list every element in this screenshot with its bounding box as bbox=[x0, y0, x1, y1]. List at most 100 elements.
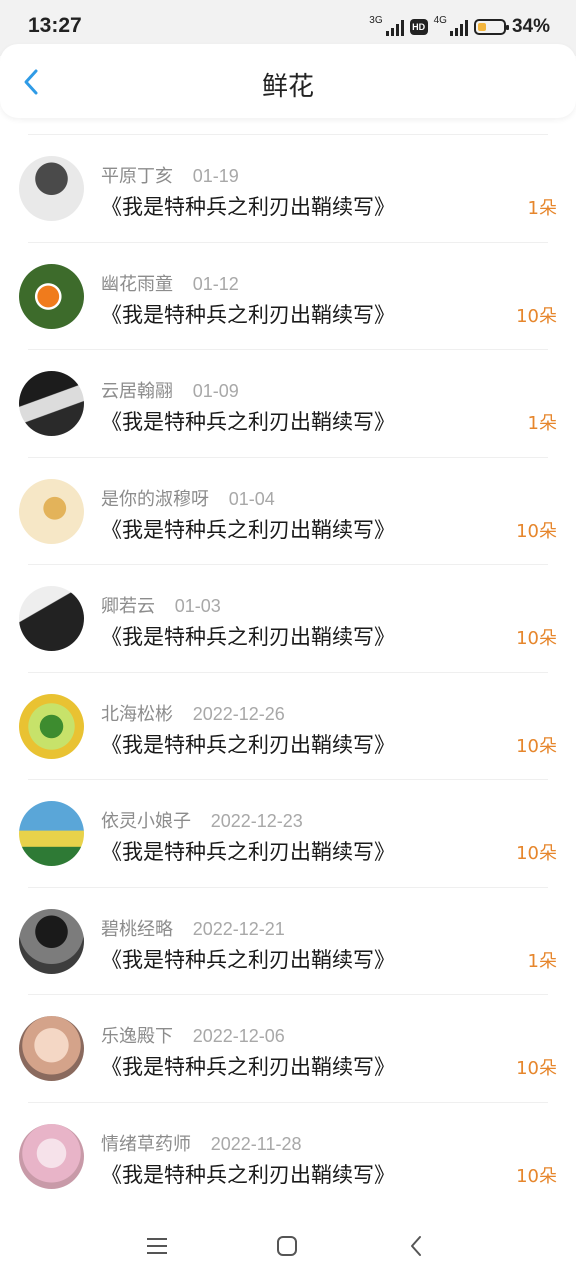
user-name[interactable]: 乐逸殿下 bbox=[101, 1026, 173, 1047]
list-item[interactable]: 乐逸殿下 2022-12-06 《我是特种兵之利刃出鞘续写》 10朵 bbox=[0, 994, 576, 1102]
avatar[interactable] bbox=[19, 371, 84, 436]
book-title[interactable]: 《我是特种兵之利刃出鞘续写》 bbox=[101, 621, 395, 651]
menu-icon bbox=[147, 1238, 167, 1254]
avatar[interactable] bbox=[19, 908, 84, 974]
avatar[interactable] bbox=[19, 693, 84, 759]
flower-count: 1朵 bbox=[527, 413, 557, 434]
date: 2022-12-06 bbox=[192, 1026, 285, 1046]
status-icons: 3G HD 4G 34% bbox=[369, 13, 550, 41]
flower-count: 10朵 bbox=[516, 1165, 557, 1187]
divider bbox=[28, 241, 548, 243]
user-name[interactable]: 依灵小娘子 bbox=[101, 811, 191, 832]
back-icon bbox=[411, 1236, 421, 1256]
user-line: 平原丁亥 01-19 bbox=[101, 162, 239, 188]
user-line: 是你的淑穆呀 01-04 bbox=[101, 485, 275, 511]
divider bbox=[28, 349, 548, 350]
user-name[interactable]: 碧桃经略 bbox=[101, 919, 173, 940]
book-title[interactable]: 《我是特种兵之利刃出鞘续写》 bbox=[101, 191, 395, 221]
user-line: 乐逸殿下 2022-12-06 bbox=[101, 1022, 285, 1048]
user-line: 碧桃经略 2022-12-21 bbox=[101, 915, 285, 941]
flower-count: 10朵 bbox=[516, 735, 557, 757]
avatar[interactable] bbox=[19, 156, 84, 221]
date: 01-09 bbox=[192, 381, 239, 401]
date: 01-03 bbox=[174, 596, 221, 616]
divider bbox=[28, 779, 548, 780]
divider bbox=[28, 456, 548, 458]
book-title[interactable]: 《我是特种兵之利刃出鞘续写》 bbox=[101, 836, 395, 866]
user-line: 依灵小娘子 2022-12-23 bbox=[101, 807, 303, 833]
flower-list: 平原丁亥 01-19 《我是特种兵之利刃出鞘续写》 1朵 幽花雨童 01-12 … bbox=[0, 134, 576, 1209]
book-title[interactable]: 《我是特种兵之利刃出鞘续写》 bbox=[101, 406, 395, 436]
user-name[interactable]: 是你的淑穆呀 bbox=[101, 489, 209, 510]
user-line: 云居翰翮 01-09 bbox=[101, 377, 239, 403]
divider bbox=[28, 564, 548, 565]
list-item[interactable]: 幽花雨童 01-12 《我是特种兵之利刃出鞘续写》 10朵 bbox=[0, 241, 576, 350]
avatar[interactable] bbox=[19, 263, 84, 329]
book-title[interactable]: 《我是特种兵之利刃出鞘续写》 bbox=[101, 299, 395, 329]
avatar[interactable] bbox=[19, 801, 84, 866]
user-name[interactable]: 幽花雨童 bbox=[101, 274, 173, 295]
flower-count: 10朵 bbox=[516, 520, 557, 542]
book-title[interactable]: 《我是特种兵之利刃出鞘续写》 bbox=[101, 729, 395, 759]
divider bbox=[28, 671, 548, 673]
date: 2022-11-28 bbox=[210, 1133, 302, 1154]
user-name[interactable]: 情绪草药师 bbox=[101, 1134, 191, 1155]
book-title[interactable]: 《我是特种兵之利刃出鞘续写》 bbox=[101, 514, 395, 544]
divider bbox=[28, 134, 548, 135]
list-item[interactable]: 情绪草药师 2022-11-28 《我是特种兵之利刃出鞘续写》 10朵 bbox=[0, 1101, 576, 1210]
avatar[interactable] bbox=[19, 478, 84, 544]
user-name[interactable]: 卿若云 bbox=[101, 596, 155, 617]
user-line: 北海松彬 2022-12-26 bbox=[101, 700, 285, 726]
flower-count: 1朵 bbox=[527, 950, 557, 972]
user-line: 幽花雨童 01-12 bbox=[101, 270, 239, 296]
flower-count: 10朵 bbox=[516, 628, 557, 649]
list-item[interactable]: 碧桃经略 2022-12-21 《我是特种兵之利刃出鞘续写》 1朵 bbox=[0, 886, 576, 995]
date: 01-04 bbox=[228, 488, 275, 509]
home-button[interactable] bbox=[273, 1232, 301, 1260]
list-item[interactable]: 是你的淑穆呀 01-04 《我是特种兵之利刃出鞘续写》 10朵 bbox=[0, 456, 576, 565]
user-line: 卿若云 01-03 bbox=[101, 592, 221, 618]
header: 鲜花 bbox=[0, 44, 576, 118]
home-icon bbox=[277, 1236, 297, 1256]
hd-badge: HD bbox=[409, 19, 428, 35]
divider bbox=[28, 994, 548, 995]
list-item[interactable]: 平原丁亥 01-19 《我是特种兵之利刃出鞘续写》 1朵 bbox=[0, 134, 576, 242]
flower-count: 10朵 bbox=[516, 843, 557, 864]
list-item[interactable]: 云居翰翮 01-09 《我是特种兵之利刃出鞘续写》 1朵 bbox=[0, 349, 576, 457]
date: 2022-12-26 bbox=[192, 703, 285, 724]
user-line: 情绪草药师 2022-11-28 bbox=[101, 1130, 301, 1156]
avatar[interactable] bbox=[19, 1016, 84, 1081]
flower-count: 1朵 bbox=[527, 198, 557, 219]
list-item[interactable]: 依灵小娘子 2022-12-23 《我是特种兵之利刃出鞘续写》 10朵 bbox=[0, 779, 576, 887]
battery-fill bbox=[477, 23, 487, 31]
network-4g-label: 4G bbox=[433, 14, 447, 26]
date: 2022-12-21 bbox=[192, 918, 285, 939]
date: 2022-12-23 bbox=[210, 811, 303, 831]
book-title[interactable]: 《我是特种兵之利刃出鞘续写》 bbox=[101, 1051, 395, 1081]
flower-count: 10朵 bbox=[516, 305, 557, 327]
user-name[interactable]: 云居翰翮 bbox=[101, 381, 173, 402]
page-title: 鲜花 bbox=[261, 72, 314, 102]
signal-icon bbox=[449, 18, 468, 36]
flower-count: 10朵 bbox=[516, 1058, 557, 1079]
user-name[interactable]: 平原丁亥 bbox=[101, 166, 173, 187]
status-time: 13:27 bbox=[28, 14, 82, 37]
battery-percent: 34% bbox=[511, 16, 550, 37]
battery-icon bbox=[473, 19, 509, 35]
signal-icon bbox=[385, 18, 404, 36]
system-back-button[interactable] bbox=[403, 1232, 431, 1260]
menu-button[interactable] bbox=[143, 1232, 171, 1260]
book-title[interactable]: 《我是特种兵之利刃出鞘续写》 bbox=[101, 1159, 395, 1189]
user-name[interactable]: 北海松彬 bbox=[101, 704, 173, 725]
network-3g-label: 3G bbox=[369, 14, 383, 26]
date: 01-12 bbox=[192, 273, 239, 294]
avatar[interactable] bbox=[19, 586, 84, 651]
divider bbox=[28, 886, 548, 888]
divider bbox=[28, 1101, 548, 1103]
system-nav-bar bbox=[0, 1212, 576, 1280]
list-item[interactable]: 卿若云 01-03 《我是特种兵之利刃出鞘续写》 10朵 bbox=[0, 564, 576, 672]
avatar[interactable] bbox=[19, 1123, 84, 1189]
date: 01-19 bbox=[192, 166, 239, 186]
list-item[interactable]: 北海松彬 2022-12-26 《我是特种兵之利刃出鞘续写》 10朵 bbox=[0, 671, 576, 780]
book-title[interactable]: 《我是特种兵之利刃出鞘续写》 bbox=[101, 944, 395, 974]
